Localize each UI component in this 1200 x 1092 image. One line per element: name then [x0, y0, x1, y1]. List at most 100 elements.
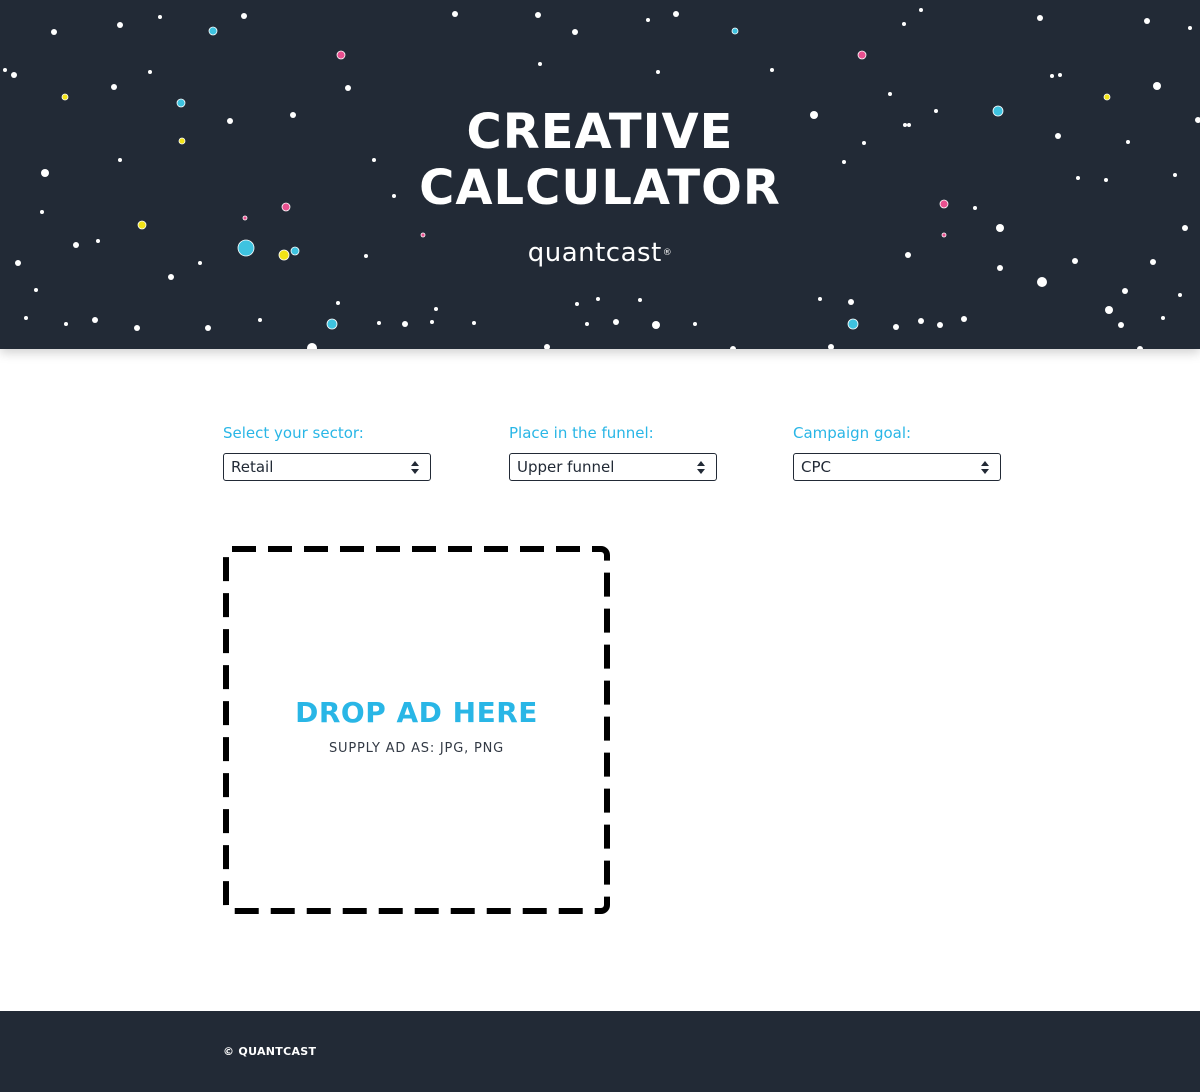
confetti-dot — [828, 344, 834, 349]
confetti-dot — [307, 343, 317, 349]
select-arrows-icon — [697, 461, 705, 474]
sector-field: Select your sector: Retail — [223, 424, 433, 481]
sector-value: Retail — [231, 458, 274, 476]
confetti-dot — [377, 321, 381, 325]
confetti-dot — [11, 72, 17, 78]
confetti-dot — [258, 318, 262, 322]
confetti-dot — [961, 316, 967, 322]
confetti-dot — [646, 18, 650, 22]
select-arrows-icon — [411, 461, 419, 474]
confetti-dot — [241, 13, 247, 19]
select-arrows-icon — [981, 461, 989, 474]
confetti-dot — [117, 22, 123, 28]
confetti-dot — [1037, 15, 1043, 21]
confetti-dot — [693, 322, 697, 326]
confetti-dot — [538, 62, 542, 66]
goal-field: Campaign goal: CPC — [793, 424, 1003, 481]
confetti-dot — [893, 324, 899, 330]
confetti-dot — [613, 319, 619, 325]
confetti-dot — [1118, 322, 1124, 328]
confetti-dot — [1178, 293, 1182, 297]
confetti-dot — [24, 316, 28, 320]
confetti-dot — [420, 232, 426, 238]
confetti-dot — [1153, 82, 1161, 90]
hero-banner: CREATIVE CALCULATOR quantcast® — [0, 0, 1200, 349]
title-line-1: CREATIVE — [466, 104, 734, 160]
confetti-dot — [638, 298, 642, 302]
page-title: CREATIVE CALCULATOR — [0, 104, 1200, 216]
confetti-dot — [857, 50, 867, 60]
confetti-dot — [64, 322, 68, 326]
confetti-dot — [168, 274, 174, 280]
confetti-dot — [656, 70, 660, 74]
confetti-dot — [336, 301, 340, 305]
confetti-dot — [730, 346, 736, 349]
confetti-dot — [336, 50, 346, 60]
confetti-dot — [919, 8, 923, 12]
confetti-dot — [134, 325, 140, 331]
confetti-dot — [1144, 18, 1150, 24]
confetti-dot — [51, 29, 57, 35]
confetti-dot — [92, 317, 98, 323]
confetti-dot — [208, 26, 218, 36]
confetti-dot — [1037, 277, 1047, 287]
goal-select[interactable]: CPC — [793, 453, 1001, 481]
confetti-dot — [888, 92, 892, 96]
dashed-border — [223, 546, 610, 914]
confetti-dot — [34, 288, 38, 292]
funnel-label: Place in the funnel: — [509, 424, 654, 442]
confetti-dot — [941, 232, 947, 238]
sector-select[interactable]: Retail — [223, 453, 431, 481]
confetti-dot — [158, 15, 162, 19]
quantcast-logo: quantcast® — [0, 238, 1200, 268]
confetti-dot — [111, 84, 117, 90]
confetti-dot — [847, 318, 859, 330]
funnel-select[interactable]: Upper funnel — [509, 453, 717, 481]
footer: © QUANTCAST — [0, 1011, 1200, 1092]
confetti-dot — [61, 93, 69, 101]
confetti-dot — [572, 29, 578, 35]
confetti-dot — [770, 68, 774, 72]
confetti-dot — [575, 302, 579, 306]
confetti-dot — [1137, 346, 1143, 349]
confetti-dot — [430, 320, 434, 324]
confetti-dot — [535, 12, 541, 18]
confetti-dot — [452, 11, 458, 17]
confetti-dot — [472, 321, 476, 325]
confetti-dot — [937, 322, 943, 328]
supported-formats: SUPPLY AD AS: JPG, PNG — [329, 741, 504, 756]
confetti-dot — [902, 22, 906, 26]
confetti-dot — [326, 318, 338, 330]
title-line-2: CALCULATOR — [419, 160, 781, 216]
confetti-dot — [1122, 288, 1128, 294]
copyright: © QUANTCAST — [223, 1045, 317, 1058]
confetti-dot — [848, 299, 854, 305]
confetti-dot — [585, 322, 589, 326]
confetti-dot — [1182, 225, 1188, 231]
funnel-value: Upper funnel — [517, 458, 615, 476]
confetti-dot — [1105, 306, 1113, 314]
confetti-dot — [1103, 93, 1111, 101]
confetti-dot — [1050, 74, 1054, 78]
confetti-dot — [596, 297, 600, 301]
confetti-dot — [137, 220, 147, 230]
confetti-dot — [731, 27, 739, 35]
confetti-dot — [3, 68, 7, 72]
goal-value: CPC — [801, 458, 831, 476]
confetti-dot — [402, 321, 408, 327]
drop-ad-title: DROP AD HERE — [295, 696, 538, 729]
funnel-field: Place in the funnel: Upper funnel — [509, 424, 719, 481]
confetti-dot — [1188, 26, 1192, 30]
ad-dropzone[interactable]: DROP AD HERE SUPPLY AD AS: JPG, PNG — [223, 546, 610, 914]
sector-label: Select your sector: — [223, 424, 364, 442]
goal-label: Campaign goal: — [793, 424, 912, 442]
brand-name: quantcast — [527, 238, 662, 268]
confetti-dot — [205, 325, 211, 331]
confetti-dot — [345, 85, 351, 91]
confetti-dot — [673, 11, 679, 17]
confetti-dot — [148, 70, 152, 74]
confetti-dot — [1058, 73, 1062, 77]
confetti-dot — [1161, 316, 1165, 320]
confetti-dot — [544, 344, 550, 349]
confetti-dot — [434, 307, 438, 311]
